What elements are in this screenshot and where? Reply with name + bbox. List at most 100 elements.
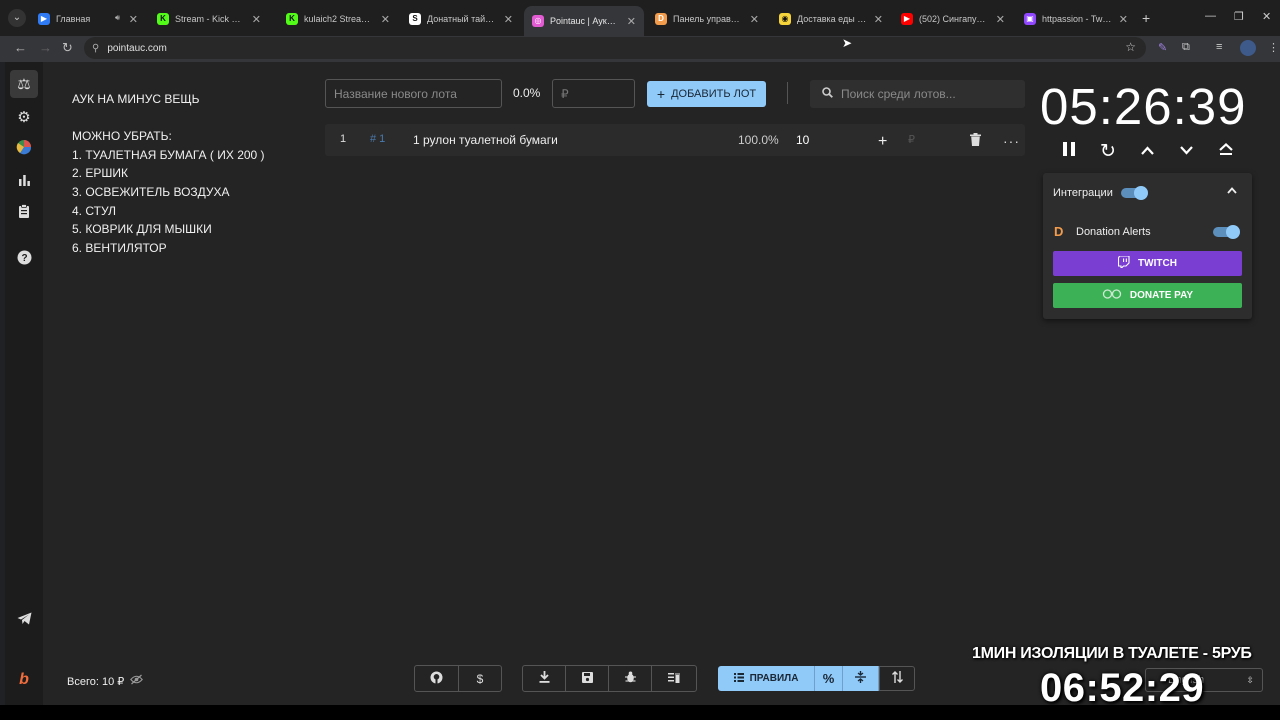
dollar-icon: $ [476,671,484,686]
media-icon[interactable]: ≡ [1216,41,1222,53]
tab-label: Главная [56,14,91,24]
rules-button[interactable]: ПРАВИЛА [718,666,815,691]
sidebar-item-stats[interactable] [10,167,38,195]
browser-tab[interactable]: ◎ Pointauc | Аукцион д ✕ [524,6,644,36]
gavel-icon: ⚖ [17,76,31,93]
close-window-icon[interactable]: ✕ [1262,10,1271,23]
tab-close-icon[interactable]: ✕ [129,13,138,26]
bookmark-star-icon[interactable]: ☆ [1125,40,1136,54]
forward-icon[interactable]: → [39,40,52,55]
tab-close-icon[interactable]: ✕ [252,13,261,26]
browser-tab[interactable]: K Stream - Kick Dashboard ✕ [149,6,269,32]
lot-amount[interactable]: 10 [796,133,809,147]
tab-label: Pointauc | Аукцион д [550,16,621,26]
lot-search[interactable] [810,80,1025,108]
browser-tab[interactable]: ▣ httpassion - Twitch ✕ [1016,6,1136,32]
sidebar-item-history[interactable] [10,199,38,227]
donation-alerts-label: Donation Alerts [1076,226,1151,238]
tab-favicon-icon: K [157,13,169,25]
file-actions-group [522,665,697,692]
double-up-icon[interactable] [1216,142,1236,160]
address-bar[interactable]: ⚲ pointauc.com ☆ [84,37,1146,59]
profile-avatar[interactable] [1240,40,1256,56]
tab-close-icon[interactable]: ✕ [874,13,883,26]
eye-off-icon[interactable] [130,674,144,688]
more-options-icon[interactable]: ··· [1003,133,1020,149]
browser-tab[interactable]: ▶ Главная ✕ 🔊︎ [30,6,146,32]
browser-tab[interactable]: ◉ Доставка еды и про ✕ [771,6,891,32]
sort-icon [891,671,903,686]
chevron-down-icon[interactable] [1176,142,1196,160]
twitch-button[interactable]: TWITCH [1053,251,1242,276]
gear-icon: ⚙ [17,109,31,126]
notes-subtitle: МОЖНО УБРАТЬ: [72,129,172,144]
new-tab-icon[interactable]: + [1142,10,1150,26]
browser-tab[interactable]: S Донатный таймер (n ✕ [401,6,521,32]
sidebar-item-help[interactable]: ? [10,245,38,273]
sidebar-item-wheel[interactable] [10,135,38,163]
tab-favicon-icon: D [655,13,667,25]
notes-list-item: 3. ОСВЕЖИТЕЛЬ ВОЗДУХА [72,184,230,199]
browser-tab[interactable]: Kkulaich2 Stream - Watch ✕ [278,6,398,32]
reset-icon[interactable]: ↻ [1098,140,1118,163]
browser-tab[interactable]: D Панель управления ✕ [647,6,767,32]
save-button[interactable] [566,666,609,691]
tab-close-icon[interactable]: ✕ [750,13,759,26]
trash-icon[interactable] [970,133,981,149]
site-info-icon[interactable]: ⚲ [92,43,99,54]
tab-favicon-icon: ◎ [532,15,544,27]
github-icon [430,671,443,687]
sort-button[interactable] [879,666,915,691]
lot-row[interactable]: 1 # 1 1 рулон туалетной бумаги 100.0% 10… [325,124,1025,156]
tab-search-icon[interactable]: ⌄ [8,9,26,27]
extensions-icon[interactable]: ⧉ [1182,41,1190,54]
tab-close-icon[interactable]: ✕ [627,15,636,28]
sidebar-item-auction[interactable]: ⚖ [10,70,38,98]
back-icon[interactable]: ← [14,40,27,55]
compact-view-button[interactable] [843,666,879,691]
notes-list-item: 5. КОВРИК ДЛЯ МЫШКИ [72,222,212,237]
download-button[interactable] [523,666,566,691]
download-icon [539,671,550,686]
sidebar-item-settings[interactable]: ⚙ [10,103,38,131]
tab-close-icon[interactable]: ✕ [996,13,1005,26]
donation-alerts-toggle[interactable] [1213,225,1240,239]
integrations-toggle[interactable] [1121,186,1148,200]
letterbox-bottom [0,705,1280,720]
extension-pen-icon[interactable]: ✎ [1158,41,1167,54]
pause-icon[interactable] [1059,142,1079,161]
add-lot-button[interactable]: + ДОБАВИТЬ ЛОТ [647,81,766,107]
search-input[interactable] [841,87,1011,101]
lot-extra-amount-input[interactable]: ₽ [908,133,915,146]
lot-add-amount-icon[interactable]: + [878,133,887,151]
restore-icon[interactable]: ❐ [1234,10,1244,23]
clear-lots-button[interactable] [652,666,696,691]
stream-overlay-text: 1МИН ИЗОЛЯЦИИ В ТУАЛЕТЕ - 5РУБ [972,645,1252,662]
sidebar-item-telegram[interactable] [10,606,38,634]
browser-menu-icon[interactable]: ⋮ [1268,41,1279,54]
reload-icon[interactable]: ↻ [62,40,73,56]
chevron-up-icon[interactable] [1137,142,1157,160]
lot-id[interactable]: # 1 [370,133,385,145]
chevron-up-icon[interactable] [1227,185,1237,197]
split-icon [855,671,866,686]
tab-close-icon[interactable]: ✕ [1119,13,1128,26]
new-lot-amount-input[interactable] [552,79,635,108]
new-lot-name-input[interactable] [325,79,502,108]
donate-button[interactable]: $ [459,666,501,691]
rules-group: ПРАВИЛА % [718,666,915,691]
donatepay-button[interactable]: DONATE PAY [1053,283,1242,308]
audio-playing-icon[interactable]: 🔊︎ [115,13,120,23]
lot-name[interactable]: 1 рулон туалетной бумаги [413,133,558,147]
notes-list: 1. ТУАЛЕТНАЯ БУМАГА ( ИХ 200 ) 2. ЕРШИК 3.… [72,146,265,258]
percent-toggle-button[interactable]: % [815,666,843,691]
browser-tab[interactable]: ▶ (502) Сингапур - вы ✕ [893,6,1013,32]
bug-report-button[interactable] [609,666,652,691]
github-button[interactable] [415,666,459,691]
minimize-icon[interactable]: — [1205,10,1216,22]
sidebar: ⚖ ⚙ ? b [5,62,43,705]
tab-label: Доставка еды и про [797,14,868,24]
tab-close-icon[interactable]: ✕ [504,13,513,26]
sidebar-item-boosty[interactable]: b [10,666,38,694]
tab-close-icon[interactable]: ✕ [381,13,390,26]
